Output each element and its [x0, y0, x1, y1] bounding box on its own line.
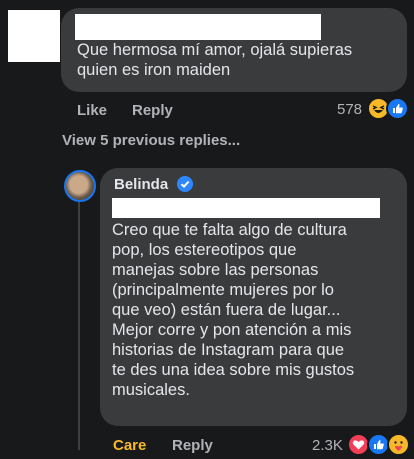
care-button[interactable]: Care — [113, 437, 146, 454]
reply-bubble: Belinda Creo que te falta algo de cultur… — [100, 168, 407, 426]
verified-badge-icon — [177, 176, 193, 192]
reaction-count[interactable]: 2.3K — [312, 437, 343, 454]
avatar[interactable] — [64, 170, 96, 202]
avatar-redacted[interactable] — [8, 10, 60, 62]
reply-text: Creo que te falta algo de cultura pop, l… — [112, 221, 355, 399]
view-previous-replies-link[interactable]: View 5 previous replies... — [62, 132, 240, 149]
author-name[interactable]: Belinda — [114, 176, 168, 193]
care-icon[interactable] — [387, 433, 410, 456]
comment-thread: Que hermosa mí amor, ojalá supieras quie… — [0, 0, 414, 459]
reaction-count[interactable]: 578 — [337, 101, 362, 118]
comment-bubble: Que hermosa mí amor, ojalá supieras quie… — [61, 8, 407, 92]
like-icon[interactable] — [386, 97, 409, 120]
like-button[interactable]: Like — [77, 102, 107, 119]
reply-button[interactable]: Reply — [172, 437, 213, 454]
redacted-mention — [112, 198, 380, 218]
redacted-author-name — [75, 14, 321, 40]
comment-text: Que hermosa mí amor, ojalá supieras quie… — [77, 41, 353, 79]
thread-line — [78, 200, 80, 450]
reply-button[interactable]: Reply — [132, 102, 173, 119]
